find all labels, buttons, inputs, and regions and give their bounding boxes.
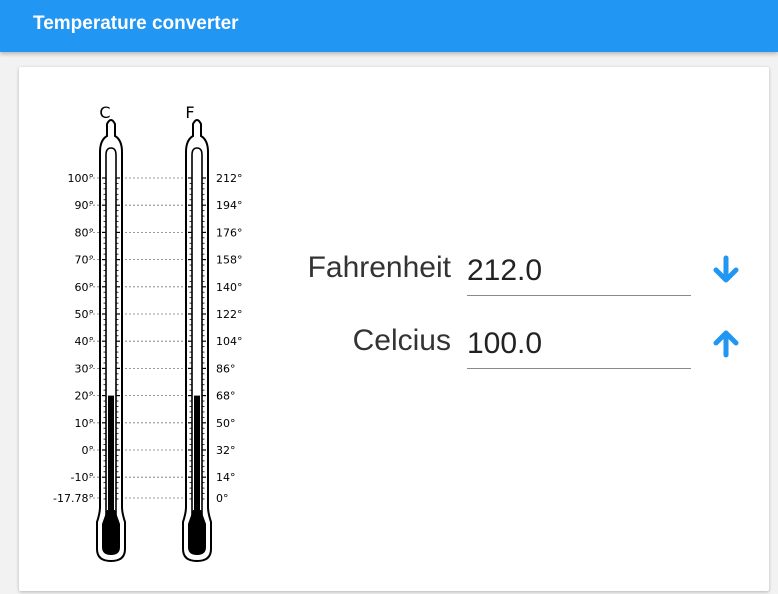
celsius-tick-label: -10° [71,471,94,484]
convert-fahrenheit-to-celsius-button[interactable] [709,253,743,287]
fahrenheit-tick-label: 212° [216,172,243,185]
converter-card: C F 100° 90° 80° 70° 60° 50° 40° 30° 20° 10° 0° -10… [19,67,769,591]
mercury-column [108,395,114,513]
celsius-tick-label: 20° [75,390,95,403]
arrow-down-icon [713,255,739,283]
fahrenheit-input[interactable] [467,251,687,291]
fahrenheit-tick-label: 176° [216,226,243,239]
fahrenheit-label: Fahrenheit [307,251,451,284]
celsius-tick-label: 100° [68,172,95,185]
celsius-tick-label: 80° [75,226,95,239]
celsius-tick-label: -17.78° [53,492,94,505]
mercury-bulb [102,510,120,555]
mercury-column [194,395,200,513]
celsius-row: Celcius [19,318,769,378]
celsius-label: Celcius [352,324,451,357]
fahrenheit-tick-label: 50° [216,417,236,430]
celsius-tick-label: 10° [75,417,95,430]
fahrenheit-tick-label: 68° [216,390,236,403]
fahrenheit-heading: F [185,103,194,122]
celsius-heading: C [99,103,110,122]
fahrenheit-tick-label: 32° [216,444,236,457]
celsius-input[interactable] [467,324,687,364]
app-bar: Temperature converter [0,0,778,52]
celsius-tick-label: 0° [82,444,95,457]
mercury-bulb [188,510,206,555]
celsius-field [467,318,691,369]
fahrenheit-tick-label: 14° [216,471,236,484]
fahrenheit-tick-label: 194° [216,199,243,212]
app-title: Temperature converter [33,13,239,34]
convert-celsius-to-fahrenheit-button[interactable] [709,326,743,360]
arrow-up-icon [713,330,739,358]
fahrenheit-row: Fahrenheit [19,245,769,305]
fahrenheit-field [467,245,691,296]
celsius-tick-label: 90° [75,199,95,212]
fahrenheit-tick-label: 0° [216,492,229,505]
